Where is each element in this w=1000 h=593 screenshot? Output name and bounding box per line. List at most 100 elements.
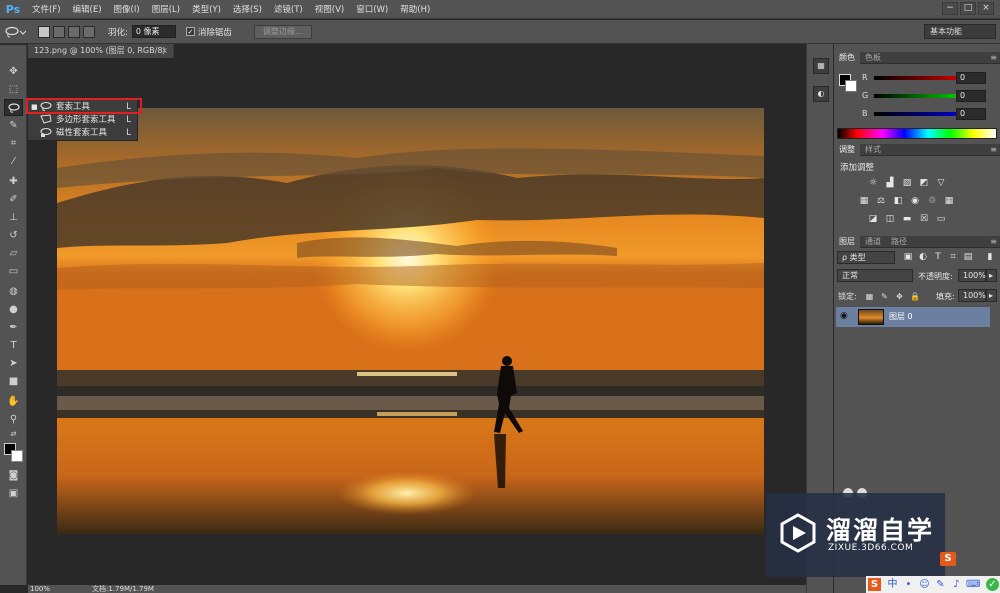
photo-filter-icon[interactable]: ◉ (909, 195, 921, 207)
filter-pixel-icon[interactable]: ▣ (902, 251, 914, 263)
sunset-beach-photo[interactable] (57, 108, 764, 534)
tab-layers[interactable]: 图层 (834, 236, 860, 248)
sogou-logo-icon[interactable]: S (868, 578, 881, 591)
menu-select[interactable]: 选择(S) (227, 3, 268, 15)
opacity-input[interactable]: 100% (958, 269, 986, 282)
menu-type[interactable]: 类型(Y) (186, 3, 227, 15)
close-document-icon[interactable]: × (161, 44, 168, 58)
black-white-icon[interactable]: ◧ (892, 195, 904, 207)
vibrance-icon[interactable]: ▽ (935, 177, 947, 189)
opacity-dropdown-icon[interactable]: ▸ (986, 269, 997, 282)
menu-window[interactable]: 窗口(W) (350, 3, 394, 15)
color-spectrum-bar[interactable] (837, 128, 997, 139)
type-tool-icon[interactable]: T (4, 337, 23, 354)
brush-tool-icon[interactable]: ✐ (4, 191, 23, 208)
tab-styles[interactable]: 样式 (860, 144, 886, 156)
hand-tool-icon[interactable]: ✋ (4, 393, 23, 410)
lasso-tool-icon[interactable] (4, 99, 23, 116)
ime-settings-icon[interactable]: ✎ (934, 578, 947, 591)
tab-swatches[interactable]: 色板 (860, 52, 886, 64)
levels-icon[interactable]: ▟ (884, 177, 896, 189)
rectangle-tool-icon[interactable]: ■ (4, 373, 23, 390)
path-selection-tool-icon[interactable]: ➤ (4, 355, 23, 372)
history-brush-tool-icon[interactable]: ↺ (4, 227, 23, 244)
tab-paths[interactable]: 路径 (886, 236, 912, 248)
slider-g[interactable]: G 0 (862, 90, 996, 104)
color-panel-background[interactable] (845, 80, 857, 92)
menu-edit[interactable]: 编辑(E) (67, 3, 108, 15)
feather-input[interactable]: 0 像素 (131, 25, 176, 38)
panel-menu-icon[interactable]: ≡ (990, 144, 997, 156)
panel-menu-icon[interactable]: ≡ (990, 236, 997, 248)
eyedropper-tool-icon[interactable]: ⁄ (4, 153, 23, 170)
fill-dropdown-icon[interactable]: ▸ (986, 289, 997, 302)
threshold-icon[interactable]: ▬ (901, 213, 913, 225)
slider-r[interactable]: R 0 (862, 72, 996, 86)
refine-edge-button[interactable]: 调整边缘... (253, 24, 312, 39)
hue-saturation-icon[interactable]: ▦ (858, 195, 870, 207)
move-tool-icon[interactable]: ✥ (4, 63, 23, 80)
invert-icon[interactable]: ◪ (867, 213, 879, 225)
flyout-item-polygonal-lasso[interactable]: 多边形套索工具 L (28, 114, 137, 127)
tab-color[interactable]: 颜色 (834, 52, 860, 64)
brightness-contrast-icon[interactable]: ☼ (867, 177, 879, 189)
document-tab[interactable]: 123.png @ 100% (图层 0, RGB/8) × (28, 44, 174, 58)
tab-adjustments[interactable]: 调整 (834, 144, 860, 156)
ime-keyboard-icon[interactable]: ⌨ (966, 578, 980, 591)
add-selection-button[interactable] (53, 25, 65, 38)
background-color-swatch[interactable] (11, 450, 23, 462)
filter-shape-icon[interactable]: ⌗ (947, 251, 959, 263)
properties-panel-icon[interactable]: ◐ (813, 86, 829, 102)
color-lookup-icon[interactable]: ▦ (943, 195, 955, 207)
sogou-ime-icon[interactable]: S (940, 552, 956, 566)
posterize-icon[interactable]: ◫ (884, 213, 896, 225)
menu-layer[interactable]: 图层(L) (146, 3, 186, 15)
dodge-tool-icon[interactable]: ● (4, 301, 23, 318)
zoom-tool-icon[interactable]: ⚲ (4, 411, 23, 428)
layer-row[interactable]: ◉ 图层 0 (836, 307, 990, 327)
marquee-tool-icon[interactable]: ⬚ (4, 81, 23, 98)
b-value-input[interactable]: 0 (956, 108, 986, 120)
swap-colors-icon[interactable]: ⇄ (4, 429, 23, 439)
lock-pixels-icon[interactable]: ✎ (880, 292, 889, 301)
eraser-tool-icon[interactable]: ▱ (4, 245, 23, 262)
minimize-button[interactable]: − (942, 2, 958, 15)
g-value-input[interactable]: 0 (956, 90, 986, 102)
eye-icon[interactable]: ◉ (840, 311, 848, 321)
history-panel-icon[interactable]: ▦ (813, 58, 829, 74)
new-selection-button[interactable] (38, 25, 50, 38)
ime-punctuation-icon[interactable]: • (902, 578, 915, 591)
selective-color-icon[interactable]: ☒ (918, 213, 930, 225)
screen-mode-icon[interactable]: ▣ (4, 485, 23, 502)
panel-menu-icon[interactable]: ≡ (990, 52, 997, 64)
filter-adjustment-icon[interactable]: ◐ (917, 251, 929, 263)
zoom-level[interactable]: 100% (30, 585, 50, 593)
antialias-checkbox[interactable]: ✓ (185, 27, 195, 36)
curves-icon[interactable]: ▨ (901, 177, 913, 189)
gradient-tool-icon[interactable]: ▭ (4, 263, 23, 280)
slider-b[interactable]: B 0 (862, 108, 996, 122)
lock-transparency-icon[interactable]: ▦ (865, 292, 874, 301)
subtract-selection-button[interactable] (68, 25, 80, 38)
color-balance-icon[interactable]: ⚖ (875, 195, 887, 207)
r-value-input[interactable]: 0 (956, 72, 986, 84)
menu-file[interactable]: 文件(F) (26, 3, 67, 15)
ime-chinese-mode-icon[interactable]: 中 (886, 578, 899, 591)
gradient-map-icon[interactable]: ▭ (935, 213, 947, 225)
tab-channels[interactable]: 通道 (860, 236, 886, 248)
menu-help[interactable]: 帮助(H) (394, 3, 436, 15)
exposure-icon[interactable]: ◩ (918, 177, 930, 189)
filter-toggle-icon[interactable]: ▮ (984, 251, 996, 263)
fill-input[interactable]: 100% (958, 289, 986, 302)
channel-mixer-icon[interactable]: ♲ (926, 195, 938, 207)
pen-tool-icon[interactable]: ✒ (4, 319, 23, 336)
flyout-item-lasso[interactable]: ■ 套索工具 L (28, 101, 137, 114)
healing-brush-tool-icon[interactable]: ✚ (4, 173, 23, 190)
close-button[interactable]: × (978, 2, 994, 15)
workspace-select[interactable]: 基本功能 (924, 24, 996, 39)
clone-stamp-tool-icon[interactable]: ⊥ (4, 209, 23, 226)
maximize-button[interactable]: □ (960, 2, 976, 15)
menu-image[interactable]: 图像(I) (108, 3, 146, 15)
crop-tool-icon[interactable]: ⌗ (4, 135, 23, 152)
lock-all-icon[interactable]: 🔒 (910, 292, 920, 301)
